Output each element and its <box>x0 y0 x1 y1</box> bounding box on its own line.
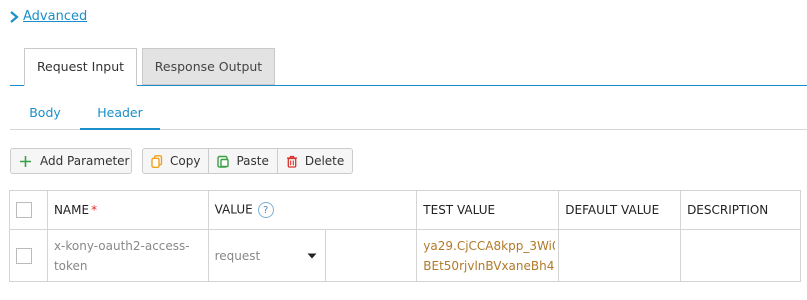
copy-label: Copy <box>170 154 201 168</box>
tab-request-input[interactable]: Request Input <box>24 48 137 86</box>
select-all-cell <box>9 190 48 230</box>
column-header-name: NAME * <box>46 190 209 230</box>
help-icon[interactable]: ? <box>257 202 274 218</box>
delete-button[interactable]: Delete <box>278 149 352 173</box>
row-checkbox[interactable] <box>16 247 32 264</box>
row-select-cell <box>9 229 48 282</box>
name-line-1: x-kony-oauth2-access- <box>53 238 190 253</box>
column-header-default-value: DEFAULT VALUE <box>558 190 682 230</box>
tab-body[interactable]: Body <box>10 99 80 130</box>
required-marker: * <box>91 203 98 217</box>
test-value-cell[interactable]: ya29.CjCCA8kpp_3Wi0 BEt50rjvlnBVxaneBh4n… <box>416 229 560 282</box>
value-select[interactable]: request <box>209 230 326 281</box>
column-header-description: DESCRIPTION <box>680 190 801 230</box>
description-cell[interactable] <box>680 229 801 282</box>
column-header-test-value: TEST VALUE <box>416 190 560 230</box>
test-value-line-1: ya29.CjCCA8kpp_3Wi0 <box>423 238 556 253</box>
name-cell[interactable]: x-kony-oauth2-access- token <box>46 229 209 282</box>
column-header-value: VALUE? <box>207 190 418 230</box>
chevron-right-icon <box>10 10 19 23</box>
paste-button[interactable]: Paste <box>209 149 278 173</box>
main-tabs: Request Input Response Output <box>0 48 807 86</box>
value-cell: request <box>207 229 418 282</box>
value-extra-field[interactable] <box>326 230 417 281</box>
column-name-label: NAME <box>53 203 90 217</box>
copy-icon <box>151 154 163 168</box>
value-select-text: request <box>214 248 261 263</box>
edit-button-group: Copy Paste Delete <box>142 148 354 174</box>
column-value-label: VALUE <box>214 202 253 217</box>
trash-icon <box>286 155 297 168</box>
paste-icon <box>217 155 230 168</box>
copy-button[interactable]: Copy <box>143 149 210 173</box>
tab-header[interactable]: Header <box>80 99 160 130</box>
default-value-cell[interactable] <box>558 229 682 282</box>
add-parameter-button[interactable]: Add Parameter <box>10 148 132 174</box>
sub-tabs: Body Header <box>10 99 807 130</box>
paste-label: Paste <box>236 154 269 168</box>
delete-label: Delete <box>304 154 345 168</box>
add-parameter-label: Add Parameter <box>40 154 130 168</box>
table-header-row: NAME * VALUE? TEST VALUE DEFAULT VALUE DE… <box>9 190 801 230</box>
parameters-table: NAME * VALUE? TEST VALUE DEFAULT VALUE DE… <box>9 190 801 282</box>
advanced-label: Advanced <box>23 9 88 24</box>
table-row: x-kony-oauth2-access- token request ya29… <box>9 229 801 282</box>
name-line-2: token <box>53 258 88 273</box>
advanced-toggle[interactable]: Advanced <box>8 9 87 24</box>
caret-down-icon <box>307 253 317 258</box>
plus-icon <box>20 155 31 167</box>
test-value-line-2: BEt50rjvlnBVxaneBh4n7 <box>423 258 556 273</box>
tab-response-output[interactable]: Response Output <box>142 48 275 85</box>
select-all-checkbox[interactable] <box>16 202 32 218</box>
